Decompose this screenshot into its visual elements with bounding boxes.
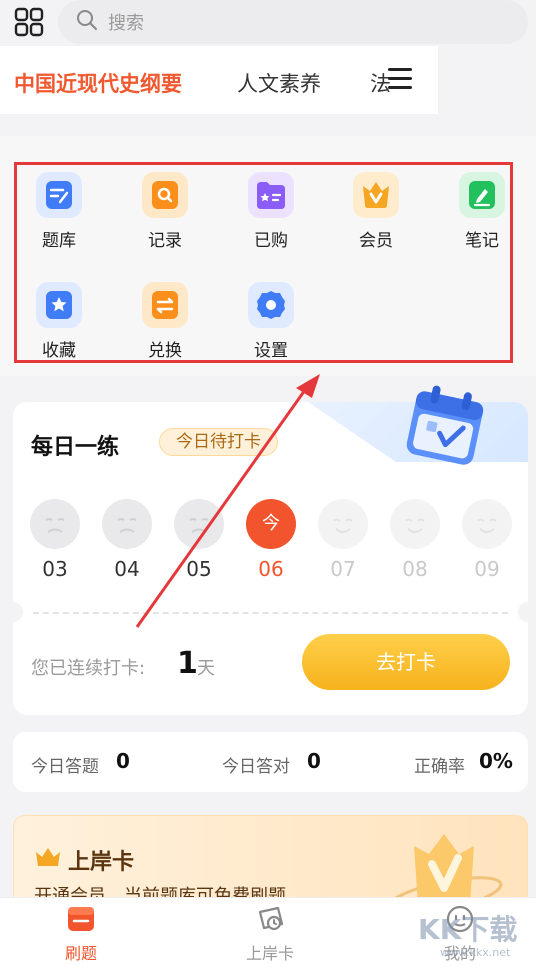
stats-bar: 今日答题 0 今日答对 0 正确率 0%	[13, 732, 528, 792]
daily-practice-card: 每日一练 今日待打卡 03 04 05 今 06 07 08 09 您已连续打卡…	[3, 385, 536, 715]
correct-value: 0	[307, 749, 321, 773]
accuracy-label: 正确率	[414, 757, 465, 777]
correct-label: 今日答对	[222, 757, 290, 777]
day-number: 08	[402, 557, 428, 581]
day-item: 09	[461, 499, 513, 581]
sad-face-icon	[30, 499, 80, 549]
accuracy-value: 0%	[479, 749, 513, 773]
search-icon	[77, 10, 97, 30]
apps-grid-icon[interactable]	[14, 7, 44, 37]
day-number: 05	[186, 557, 212, 581]
watermark-url: www.kkx.net	[440, 946, 511, 959]
search-input[interactable]: 搜索	[58, 0, 528, 44]
day-item: 03	[29, 499, 81, 581]
smile-face-icon	[318, 499, 368, 549]
smile-face-icon	[462, 499, 512, 549]
smile-face-icon	[390, 499, 440, 549]
sad-face-icon	[174, 499, 224, 549]
practice-icon	[65, 904, 97, 934]
day-item: 04	[101, 499, 153, 581]
day-number: 07	[330, 557, 356, 581]
day-item: 07	[317, 499, 369, 581]
sad-face-icon	[102, 499, 152, 549]
tab-humanities[interactable]: 人文素养	[237, 68, 321, 98]
checkin-button[interactable]: 去打卡	[302, 634, 510, 690]
nav-landing-card[interactable]: 上岸卡	[225, 904, 315, 964]
ticket-icon	[254, 904, 286, 934]
divider	[33, 612, 508, 614]
streak-count: 1	[177, 646, 198, 681]
menu-icon[interactable]	[388, 68, 412, 89]
search-placeholder: 搜索	[108, 13, 144, 34]
nav-practice[interactable]: 刷题	[36, 904, 126, 964]
day-number: 03	[42, 557, 68, 581]
ticket-notch	[518, 602, 536, 622]
day-number: 09	[474, 557, 500, 581]
day-number: 06	[258, 557, 284, 581]
answered-label: 今日答题	[31, 757, 99, 777]
ticket-notch	[3, 602, 23, 622]
highlight-box	[14, 162, 513, 363]
daily-title: 每日一练	[31, 435, 120, 460]
status-badge: 今日待打卡	[159, 428, 278, 456]
nav-label: 刷题	[64, 944, 97, 963]
promo-title: 上岸卡	[68, 850, 135, 875]
day-item: 05	[173, 499, 225, 581]
today-marker: 今	[246, 499, 296, 549]
day-number: 04	[114, 557, 140, 581]
nav-label: 上岸卡	[245, 944, 294, 963]
top-bar: 搜索	[0, 0, 536, 46]
tab-modern-history[interactable]: 中国近现代史纲要	[14, 68, 182, 98]
subject-tabs: 中国近现代史纲要 人文素养 法	[0, 46, 438, 114]
calendar-icon	[406, 385, 484, 465]
watermark-logo: KK下载	[418, 913, 518, 946]
streak-label: 您已连续打卡:	[31, 658, 146, 679]
crown-icon	[36, 848, 60, 866]
tabs-fade	[360, 92, 438, 114]
streak-unit: 天	[197, 658, 215, 679]
answered-value: 0	[116, 749, 130, 773]
day-item-today[interactable]: 今 06	[245, 499, 297, 581]
day-item: 08	[389, 499, 441, 581]
